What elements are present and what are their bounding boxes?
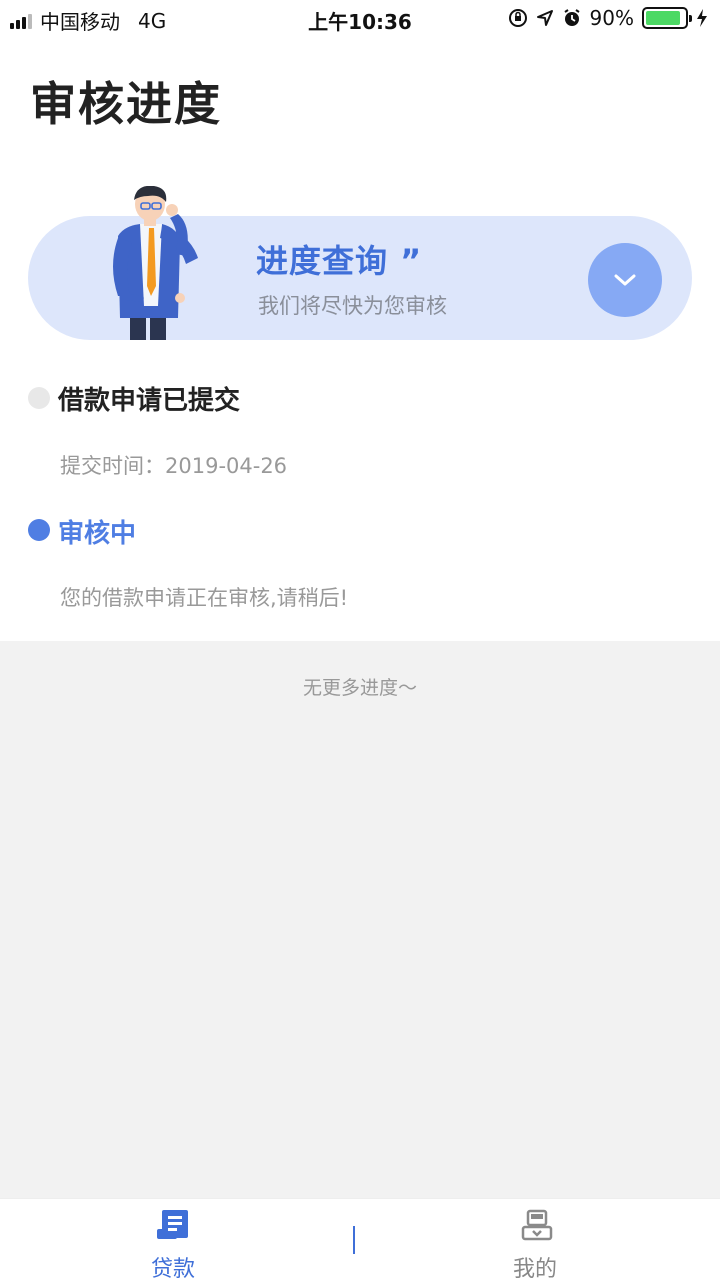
timeline-step-title-active: 审核中 xyxy=(58,519,137,549)
content-footer-area xyxy=(0,641,720,1198)
status-left: 中国移动 4G xyxy=(10,6,166,35)
rotation-lock-icon xyxy=(508,9,527,27)
tab-mine-label: 我的 xyxy=(512,1257,557,1280)
no-more-progress-text: 无更多进度～ xyxy=(302,677,417,699)
banner-subtitle: 我们将尽快为您审核 xyxy=(258,294,447,318)
timeline-dot-active xyxy=(28,519,50,541)
location-icon xyxy=(536,10,553,26)
chevron-down-icon xyxy=(614,274,636,286)
battery-icon xyxy=(642,7,692,29)
document-icon xyxy=(157,1210,188,1239)
network-type: 4G xyxy=(138,8,167,33)
signal-strength-icon xyxy=(10,13,32,29)
tab-bar: 贷款 我的 xyxy=(0,1198,720,1280)
timeline-step-description-active: 您的借款申请正在审核,请稍后! xyxy=(60,586,349,610)
alarm-icon xyxy=(563,9,580,26)
page-title: 审核进度 xyxy=(30,77,222,131)
battery-percent: 90% xyxy=(589,6,634,30)
user-profile-icon xyxy=(521,1209,553,1241)
charging-icon xyxy=(697,9,707,27)
tab-loan[interactable]: 贷款 xyxy=(0,1199,360,1280)
tab-mine[interactable]: 我的 xyxy=(360,1199,720,1280)
status-bar: 中国移动 4G 上午10:36 90% xyxy=(0,0,720,38)
tab-loan-label: 贷款 xyxy=(150,1257,195,1280)
timeline-step-description: 提交时间：2019-04-26 xyxy=(60,454,288,478)
expand-button[interactable] xyxy=(588,243,662,317)
status-right: 90% xyxy=(508,6,708,30)
carrier-name: 中国移动 xyxy=(40,10,120,34)
battery-level-fill xyxy=(646,11,681,25)
timeline-step-title: 借款申请已提交 xyxy=(58,386,241,416)
businessman-illustration xyxy=(113,186,198,340)
banner-heading: 进度查询 ” xyxy=(256,242,423,280)
timeline-dot-completed xyxy=(28,387,50,409)
tab-divider xyxy=(353,1226,355,1254)
